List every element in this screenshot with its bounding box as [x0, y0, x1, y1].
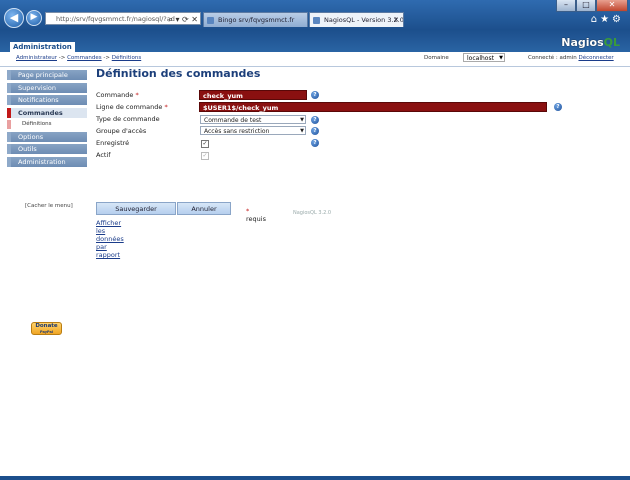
- breadcrumb-admin[interactable]: Administrateur: [16, 55, 57, 61]
- breadcrumb-sep: ->: [103, 55, 110, 61]
- logout-link[interactable]: Déconnecter: [578, 55, 613, 61]
- cancel-button[interactable]: Annuler: [177, 202, 231, 215]
- close-button[interactable]: ✕: [596, 0, 628, 12]
- help-icon[interactable]: ?: [311, 91, 319, 99]
- minimize-button[interactable]: –: [556, 0, 576, 12]
- menu-subitem-definitions[interactable]: Définitions: [7, 120, 87, 129]
- menu-item-supervision[interactable]: Supervision: [7, 82, 87, 93]
- command-input[interactable]: check_yum: [199, 90, 307, 100]
- maximize-button[interactable]: □: [576, 0, 596, 12]
- paypal-label: PayPal: [39, 330, 54, 334]
- registered-label: Enregistré: [96, 139, 130, 147]
- bottom-border: [0, 476, 630, 480]
- nagiosql-logo: NagiosQL: [561, 36, 620, 49]
- page-icon: [207, 17, 214, 24]
- tab-bingo[interactable]: Bingo srv/fqvgsmmct.fr: [203, 12, 308, 27]
- type-value: Commande de test: [204, 117, 262, 124]
- address-text: http://srv/fqvgsmmct.fr/nagiosql/?ad: [56, 15, 175, 23]
- type-select[interactable]: Commande de test ▼: [200, 115, 306, 124]
- version-text: NagiosQL 3.2.0: [293, 210, 332, 216]
- close-tab-icon[interactable]: ✕: [393, 13, 399, 27]
- toolbar-icons[interactable]: ⌂★⚙: [591, 14, 624, 25]
- active-label: Actif: [96, 151, 111, 159]
- page-title: Définition des commandes: [96, 67, 261, 80]
- breadcrumb-commands[interactable]: Commandes: [67, 55, 102, 61]
- domain-select[interactable]: localhost ▼: [463, 53, 505, 62]
- nagios-icon: [313, 17, 320, 24]
- access-label: Groupe d'accès: [96, 127, 147, 135]
- page-content: Administration NagiosQL Administrateur -…: [0, 30, 630, 480]
- menu-item-tools[interactable]: Outils: [7, 144, 87, 154]
- report-link[interactable]: Afficher les données par rapport: [96, 219, 124, 259]
- tab-label: Bingo srv/fqvgsmmct.fr: [218, 16, 295, 24]
- back-button[interactable]: ◀: [4, 8, 24, 28]
- menu-item-administration[interactable]: Administration: [7, 156, 87, 167]
- tab-nagiosql[interactable]: NagiosQL - Version 3.2.0 ✕: [309, 12, 404, 27]
- sub-bar: Administrateur -> Commandes -> Définitio…: [0, 52, 630, 67]
- breadcrumb-sep: ->: [58, 55, 66, 61]
- header-bar: Administration NagiosQL: [0, 30, 630, 52]
- menu-item-commands[interactable]: Commandes: [7, 107, 87, 118]
- save-button[interactable]: Sauvegarder: [96, 202, 176, 215]
- help-icon[interactable]: ?: [311, 139, 319, 147]
- menu-item-main[interactable]: Page principale: [7, 70, 87, 80]
- chevron-down-icon: ▼: [300, 117, 304, 123]
- menu-item-notifications[interactable]: Notifications: [7, 95, 87, 105]
- address-bar[interactable]: http://srv/fqvgsmmct.fr/nagiosql/?ad ⌕ ▾…: [45, 12, 201, 25]
- forward-button[interactable]: ▶: [26, 10, 42, 26]
- chevron-down-icon: ▼: [300, 128, 304, 134]
- access-select[interactable]: Accès sans restriction ▼: [200, 126, 306, 135]
- browser-chrome: ◀ ▶ http://srv/fqvgsmmct.fr/nagiosql/?ad…: [0, 0, 630, 30]
- domain-value: localhost: [467, 55, 494, 62]
- cmdline-label: Ligne de commande *: [96, 103, 168, 111]
- help-icon[interactable]: ?: [311, 116, 319, 124]
- menu-item-options[interactable]: Options: [7, 131, 87, 142]
- section-label: Administration: [10, 42, 75, 52]
- type-label: Type de commande: [96, 115, 160, 123]
- active-checkbox: ✓: [201, 152, 209, 160]
- donate-label: Donate: [35, 323, 58, 329]
- breadcrumb: Administrateur -> Commandes -> Définitio…: [16, 55, 141, 61]
- help-icon[interactable]: ?: [554, 103, 562, 111]
- domain-label: Domaine: [424, 55, 449, 61]
- registered-checkbox[interactable]: ✓: [201, 140, 209, 148]
- tab-label: NagiosQL - Version 3.2.0: [324, 16, 404, 24]
- required-note: * requis: [246, 207, 266, 223]
- hide-menu-link[interactable]: [Cacher le menu]: [25, 203, 73, 209]
- breadcrumb-definitions[interactable]: Définitions: [112, 55, 142, 61]
- cmdline-input[interactable]: $USER1$/check_yum: [199, 102, 547, 112]
- access-value: Accès sans restriction: [204, 128, 270, 135]
- command-label: Commande *: [96, 91, 139, 99]
- search-refresh-icon[interactable]: ⌕ ▾ ⟳ ✕: [168, 13, 198, 24]
- help-icon[interactable]: ?: [311, 127, 319, 135]
- sidebar-menu: Page principale Supervision Notification…: [7, 70, 87, 169]
- connected-text: Connecté : admin: [528, 55, 577, 61]
- chevron-down-icon: ▼: [499, 55, 503, 61]
- donate-button[interactable]: Donate PayPal: [31, 322, 62, 335]
- user-info: Connecté : admin Déconnecter: [528, 55, 614, 61]
- browser-window: ◀ ▶ http://srv/fqvgsmmct.fr/nagiosql/?ad…: [0, 0, 630, 480]
- window-controls: – □ ✕: [556, 0, 628, 12]
